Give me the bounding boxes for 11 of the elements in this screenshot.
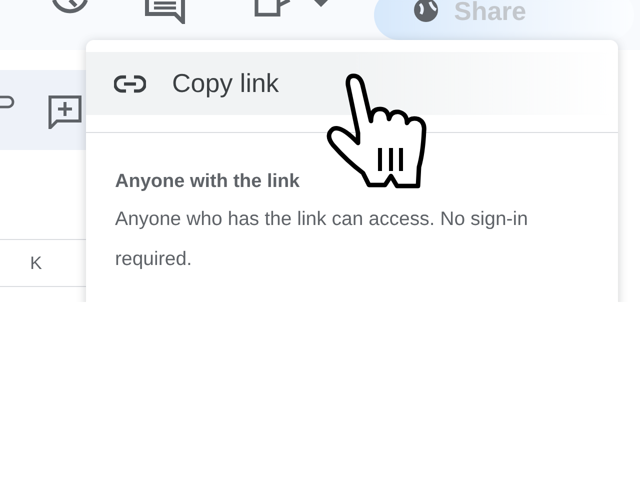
- comment-icon[interactable]: [145, 0, 185, 24]
- access-title: Anyone with the link: [115, 171, 301, 193]
- link-icon: [114, 74, 146, 92]
- globe-icon: [412, 0, 440, 24]
- access-description: Anyone who has the link can access. No sign-in required.: [115, 207, 529, 272]
- column-header[interactable]: K: [0, 252, 72, 274]
- caret-icon[interactable]: [314, 0, 328, 8]
- menu-item-label: Copy link: [172, 68, 279, 99]
- link-icon[interactable]: [0, 94, 16, 110]
- copy-link-menu-item[interactable]: Copy link: [86, 52, 618, 115]
- add-comment-icon[interactable]: [48, 95, 82, 129]
